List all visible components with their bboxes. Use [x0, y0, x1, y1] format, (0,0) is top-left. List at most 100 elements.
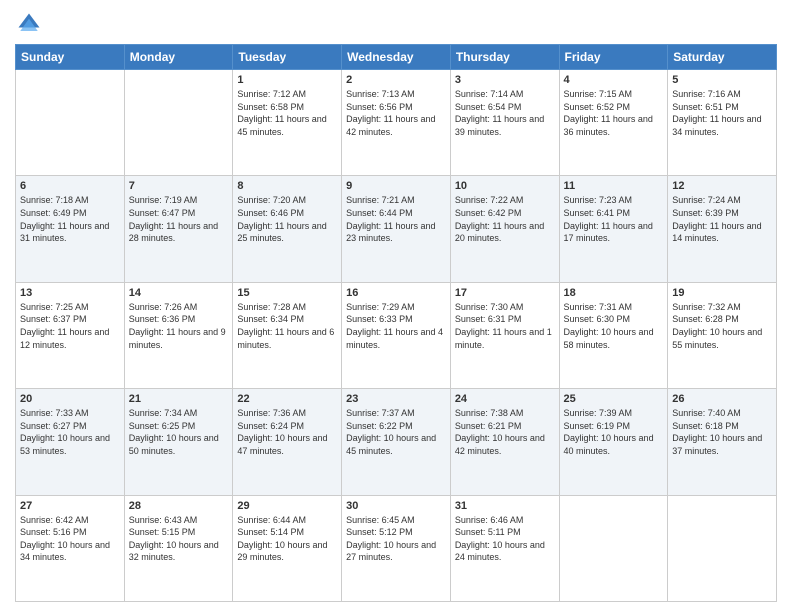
day-info: Sunrise: 7:31 AM Sunset: 6:30 PM Dayligh… — [564, 301, 664, 351]
day-info: Sunrise: 7:33 AM Sunset: 6:27 PM Dayligh… — [20, 407, 120, 457]
calendar-cell: 19 Sunrise: 7:32 AM Sunset: 6:28 PM Dayli… — [668, 282, 777, 388]
calendar-cell — [16, 70, 125, 176]
day-info: Sunrise: 7:21 AM Sunset: 6:44 PM Dayligh… — [346, 194, 446, 244]
calendar-cell: 20 Sunrise: 7:33 AM Sunset: 6:27 PM Dayli… — [16, 389, 125, 495]
calendar-cell: 5 Sunrise: 7:16 AM Sunset: 6:51 PM Daylig… — [668, 70, 777, 176]
day-info: Sunrise: 6:43 AM Sunset: 5:15 PM Dayligh… — [129, 514, 229, 564]
day-number: 17 — [455, 287, 555, 299]
day-info: Sunrise: 7:19 AM Sunset: 6:47 PM Dayligh… — [129, 194, 229, 244]
calendar-cell: 21Sunrise: 7:34 AM Sunset: 6:25 PM Dayli… — [124, 389, 233, 495]
calendar-cell: 12 Sunrise: 7:24 AM Sunset: 6:39 PM Dayli… — [668, 176, 777, 282]
calendar-cell: 22Sunrise: 7:36 AM Sunset: 6:24 PM Dayli… — [233, 389, 342, 495]
calendar-cell — [668, 495, 777, 601]
day-info: Sunrise: 6:45 AM Sunset: 5:12 PM Dayligh… — [346, 514, 446, 564]
day-info: Sunrise: 7:18 AM Sunset: 6:49 PM Dayligh… — [20, 194, 120, 244]
day-number: 28 — [129, 500, 229, 512]
day-info: Sunrise: 6:46 AM Sunset: 5:11 PM Dayligh… — [455, 514, 555, 564]
header — [15, 10, 777, 38]
calendar-cell: 7Sunrise: 7:19 AM Sunset: 6:47 PM Daylig… — [124, 176, 233, 282]
day-number: 3 — [455, 74, 555, 86]
calendar-cell: 3 Sunrise: 7:14 AM Sunset: 6:54 PM Daylig… — [450, 70, 559, 176]
day-number: 30 — [346, 500, 446, 512]
calendar-cell: 15 Sunrise: 7:28 AM Sunset: 6:34 PM Dayli… — [233, 282, 342, 388]
day-info: Sunrise: 7:38 AM Sunset: 6:21 PM Dayligh… — [455, 407, 555, 457]
day-info: Sunrise: 7:26 AM Sunset: 6:36 PM Dayligh… — [129, 301, 229, 351]
calendar-cell: 10 Sunrise: 7:22 AM Sunset: 6:42 PM Dayli… — [450, 176, 559, 282]
weekday-header: Friday — [559, 45, 668, 70]
day-info: Sunrise: 6:44 AM Sunset: 5:14 PM Dayligh… — [237, 514, 337, 564]
calendar-cell: 8 Sunrise: 7:20 AM Sunset: 6:46 PM Daylig… — [233, 176, 342, 282]
day-info: Sunrise: 7:23 AM Sunset: 6:41 PM Dayligh… — [564, 194, 664, 244]
day-info: Sunrise: 7:30 AM Sunset: 6:31 PM Dayligh… — [455, 301, 555, 351]
day-info: Sunrise: 7:20 AM Sunset: 6:46 PM Dayligh… — [237, 194, 337, 244]
calendar-cell: 1 Sunrise: 7:12 AM Sunset: 6:58 PM Daylig… — [233, 70, 342, 176]
calendar-cell: 13 Sunrise: 7:25 AM Sunset: 6:37 PM Dayli… — [16, 282, 125, 388]
day-number: 6 — [20, 180, 120, 192]
page: SundayMondayTuesdayWednesdayThursdayFrid… — [0, 0, 792, 612]
day-info: Sunrise: 7:39 AM Sunset: 6:19 PM Dayligh… — [564, 407, 664, 457]
day-info: Sunrise: 7:16 AM Sunset: 6:51 PM Dayligh… — [672, 88, 772, 138]
day-number: 24 — [455, 393, 555, 405]
weekday-header: Sunday — [16, 45, 125, 70]
day-number: 8 — [237, 180, 337, 192]
calendar-cell: 23Sunrise: 7:37 AM Sunset: 6:22 PM Dayli… — [342, 389, 451, 495]
calendar-cell: 31 Sunrise: 6:46 AM Sunset: 5:11 PM Dayli… — [450, 495, 559, 601]
day-info: Sunrise: 7:13 AM Sunset: 6:56 PM Dayligh… — [346, 88, 446, 138]
day-info: Sunrise: 7:28 AM Sunset: 6:34 PM Dayligh… — [237, 301, 337, 351]
day-info: Sunrise: 7:24 AM Sunset: 6:39 PM Dayligh… — [672, 194, 772, 244]
calendar-cell: 9 Sunrise: 7:21 AM Sunset: 6:44 PM Daylig… — [342, 176, 451, 282]
day-number: 9 — [346, 180, 446, 192]
calendar-cell — [559, 495, 668, 601]
calendar-cell: 14 Sunrise: 7:26 AM Sunset: 6:36 PM Dayli… — [124, 282, 233, 388]
day-info: Sunrise: 7:37 AM Sunset: 6:22 PM Dayligh… — [346, 407, 446, 457]
day-number: 18 — [564, 287, 664, 299]
day-number: 14 — [129, 287, 229, 299]
calendar-cell: 18 Sunrise: 7:31 AM Sunset: 6:30 PM Dayli… — [559, 282, 668, 388]
calendar-cell: 24 Sunrise: 7:38 AM Sunset: 6:21 PM Dayli… — [450, 389, 559, 495]
day-number: 20 — [20, 393, 120, 405]
day-number: 10 — [455, 180, 555, 192]
calendar-cell: 29 Sunrise: 6:44 AM Sunset: 5:14 PM Dayli… — [233, 495, 342, 601]
day-info: Sunrise: 7:32 AM Sunset: 6:28 PM Dayligh… — [672, 301, 772, 351]
weekday-header: Monday — [124, 45, 233, 70]
calendar-table: SundayMondayTuesdayWednesdayThursdayFrid… — [15, 44, 777, 602]
weekday-header: Saturday — [668, 45, 777, 70]
day-info: Sunrise: 7:12 AM Sunset: 6:58 PM Dayligh… — [237, 88, 337, 138]
calendar-cell: 26Sunrise: 7:40 AM Sunset: 6:18 PM Dayli… — [668, 389, 777, 495]
calendar-cell: 27 Sunrise: 6:42 AM Sunset: 5:16 PM Dayli… — [16, 495, 125, 601]
day-number: 2 — [346, 74, 446, 86]
day-number: 26 — [672, 393, 772, 405]
day-number: 5 — [672, 74, 772, 86]
calendar-cell — [124, 70, 233, 176]
day-number: 12 — [672, 180, 772, 192]
day-number: 4 — [564, 74, 664, 86]
weekday-header: Thursday — [450, 45, 559, 70]
day-info: Sunrise: 7:15 AM Sunset: 6:52 PM Dayligh… — [564, 88, 664, 138]
calendar-cell: 16Sunrise: 7:29 AM Sunset: 6:33 PM Dayli… — [342, 282, 451, 388]
day-info: Sunrise: 7:22 AM Sunset: 6:42 PM Dayligh… — [455, 194, 555, 244]
calendar-cell: 2 Sunrise: 7:13 AM Sunset: 6:56 PM Daylig… — [342, 70, 451, 176]
calendar-cell: 30 Sunrise: 6:45 AM Sunset: 5:12 PM Dayli… — [342, 495, 451, 601]
day-number: 1 — [237, 74, 337, 86]
logo-icon — [15, 10, 43, 38]
day-number: 21 — [129, 393, 229, 405]
day-number: 31 — [455, 500, 555, 512]
day-info: Sunrise: 7:14 AM Sunset: 6:54 PM Dayligh… — [455, 88, 555, 138]
day-number: 25 — [564, 393, 664, 405]
calendar-cell: 6 Sunrise: 7:18 AM Sunset: 6:49 PM Daylig… — [16, 176, 125, 282]
calendar-cell: 17 Sunrise: 7:30 AM Sunset: 6:31 PM Dayli… — [450, 282, 559, 388]
weekday-header: Wednesday — [342, 45, 451, 70]
day-number: 29 — [237, 500, 337, 512]
day-number: 13 — [20, 287, 120, 299]
day-info: Sunrise: 6:42 AM Sunset: 5:16 PM Dayligh… — [20, 514, 120, 564]
day-info: Sunrise: 7:25 AM Sunset: 6:37 PM Dayligh… — [20, 301, 120, 351]
day-number: 15 — [237, 287, 337, 299]
day-info: Sunrise: 7:29 AM Sunset: 6:33 PM Dayligh… — [346, 301, 446, 351]
day-number: 27 — [20, 500, 120, 512]
day-info: Sunrise: 7:36 AM Sunset: 6:24 PM Dayligh… — [237, 407, 337, 457]
calendar-cell: 4 Sunrise: 7:15 AM Sunset: 6:52 PM Daylig… — [559, 70, 668, 176]
day-number: 19 — [672, 287, 772, 299]
calendar-cell: 28 Sunrise: 6:43 AM Sunset: 5:15 PM Dayli… — [124, 495, 233, 601]
day-number: 11 — [564, 180, 664, 192]
calendar-cell: 11 Sunrise: 7:23 AM Sunset: 6:41 PM Dayli… — [559, 176, 668, 282]
